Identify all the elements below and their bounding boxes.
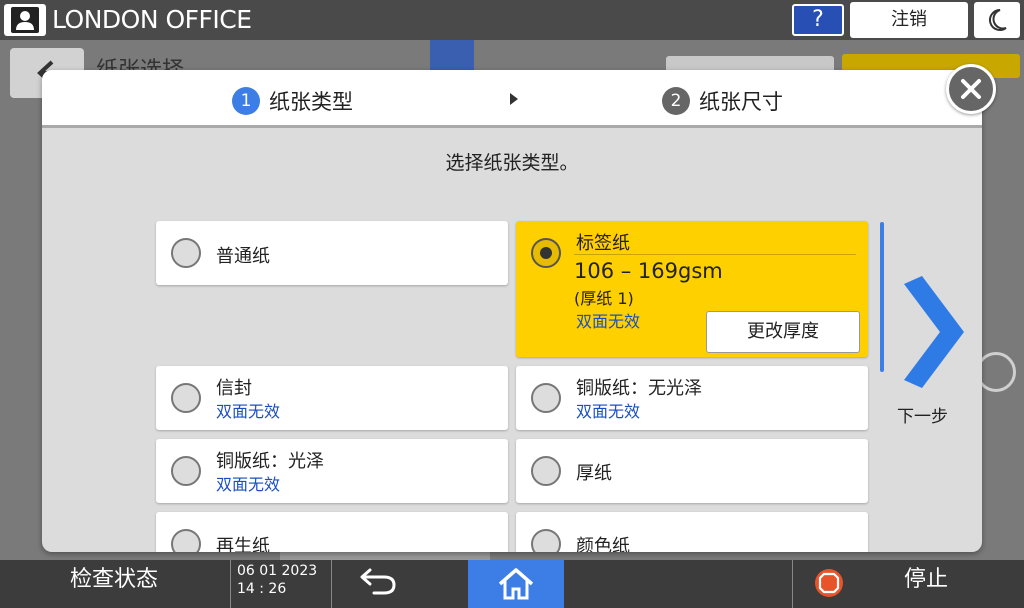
step-label: 纸张尺寸 bbox=[699, 90, 783, 114]
radio-button-selected[interactable] bbox=[531, 238, 561, 268]
user-icon bbox=[11, 7, 39, 33]
wizard-steps-header: 1 纸张类型 2 纸张尺寸 bbox=[42, 70, 982, 128]
paper-thickness: (厚纸 1) bbox=[574, 289, 634, 308]
option-plain-paper[interactable]: 普通纸 bbox=[156, 221, 508, 285]
duplex-note: 双面无效 bbox=[576, 402, 641, 421]
duplex-note: 双面无效 bbox=[576, 312, 641, 331]
option-label: 铜版纸：无光泽 bbox=[576, 378, 702, 399]
option-coated-matte[interactable]: 铜版纸：无光泽 双面无效 bbox=[516, 366, 868, 430]
time-text: 14 : 26 bbox=[237, 581, 287, 597]
option-color-paper[interactable]: 颜色纸 bbox=[516, 512, 868, 552]
paper-weight: 106 – 169gsm bbox=[574, 259, 723, 283]
radio-button[interactable] bbox=[171, 456, 201, 486]
close-icon bbox=[961, 79, 981, 99]
radio-button[interactable] bbox=[531, 529, 561, 552]
date-time: 06 01 2023 14 : 26 bbox=[230, 560, 332, 608]
option-recycled-paper[interactable]: 再生纸 bbox=[156, 512, 508, 552]
divider bbox=[792, 560, 793, 608]
next-step-label[interactable]: 下一步 bbox=[897, 402, 948, 427]
step-arrow-icon bbox=[510, 93, 518, 105]
logout-button[interactable]: 注销 bbox=[850, 2, 968, 38]
radio-button[interactable] bbox=[531, 456, 561, 486]
instruction-text: 选择纸张类型。 bbox=[445, 152, 579, 174]
radio-button[interactable] bbox=[531, 383, 561, 413]
scroll-indicator[interactable] bbox=[880, 222, 884, 372]
help-button[interactable]: ? bbox=[792, 4, 844, 36]
option-thick-paper[interactable]: 厚纸 bbox=[516, 439, 868, 503]
chevron-right-icon[interactable] bbox=[900, 276, 966, 388]
date-text: 06 01 2023 bbox=[237, 563, 318, 579]
radio-button[interactable] bbox=[171, 383, 201, 413]
step-label: 纸张类型 bbox=[269, 90, 353, 114]
paper-type-dialog: 1 纸张类型 2 纸张尺寸 选择纸张类型。 普通纸 标签纸 106 – 169g… bbox=[42, 70, 982, 552]
background-circle bbox=[976, 352, 1016, 392]
background-indicator bbox=[430, 40, 474, 74]
option-coated-glossy[interactable]: 铜版纸：光泽 双面无效 bbox=[156, 439, 508, 503]
option-envelope[interactable]: 信封 双面无效 bbox=[156, 366, 508, 430]
divider bbox=[574, 254, 856, 255]
radio-button[interactable] bbox=[171, 238, 201, 268]
home-icon bbox=[498, 568, 534, 600]
duplex-note: 双面无效 bbox=[216, 402, 281, 421]
stop-button[interactable]: 停止 bbox=[904, 560, 948, 600]
step-number: 1 bbox=[232, 87, 260, 115]
option-label: 厚纸 bbox=[576, 463, 612, 484]
check-status-button[interactable]: 检查状态 bbox=[0, 560, 228, 608]
option-label: 普通纸 bbox=[216, 246, 270, 267]
option-label: 信封 bbox=[216, 378, 252, 399]
option-label: 铜版纸：光泽 bbox=[216, 451, 324, 472]
step-number: 2 bbox=[662, 87, 690, 115]
change-thickness-button[interactable]: 更改厚度 bbox=[706, 311, 860, 353]
option-label-paper[interactable]: 标签纸 106 – 169gsm (厚纸 1) 双面无效 更改厚度 bbox=[516, 221, 868, 357]
bottom-bar: 检查状态 06 01 2023 14 : 26 停止 bbox=[0, 560, 1024, 608]
radio-button[interactable] bbox=[171, 529, 201, 552]
energy-saver-button[interactable] bbox=[974, 2, 1020, 38]
close-button[interactable] bbox=[946, 64, 996, 114]
home-button[interactable] bbox=[468, 560, 564, 608]
step-paper-type: 1 纸张类型 bbox=[232, 86, 353, 116]
option-label: 再生纸 bbox=[216, 536, 270, 552]
option-label: 标签纸 bbox=[576, 233, 630, 254]
user-button[interactable] bbox=[4, 4, 46, 36]
moon-icon bbox=[989, 9, 1007, 31]
top-bar: LONDON OFFICE ? 注销 bbox=[0, 0, 1024, 40]
step-paper-size: 2 纸张尺寸 bbox=[662, 86, 783, 116]
option-label: 颜色纸 bbox=[576, 536, 630, 552]
stop-icon[interactable] bbox=[814, 568, 844, 598]
duplex-note: 双面无效 bbox=[216, 475, 281, 494]
back-icon[interactable] bbox=[356, 566, 402, 596]
office-name: LONDON OFFICE bbox=[52, 5, 252, 34]
